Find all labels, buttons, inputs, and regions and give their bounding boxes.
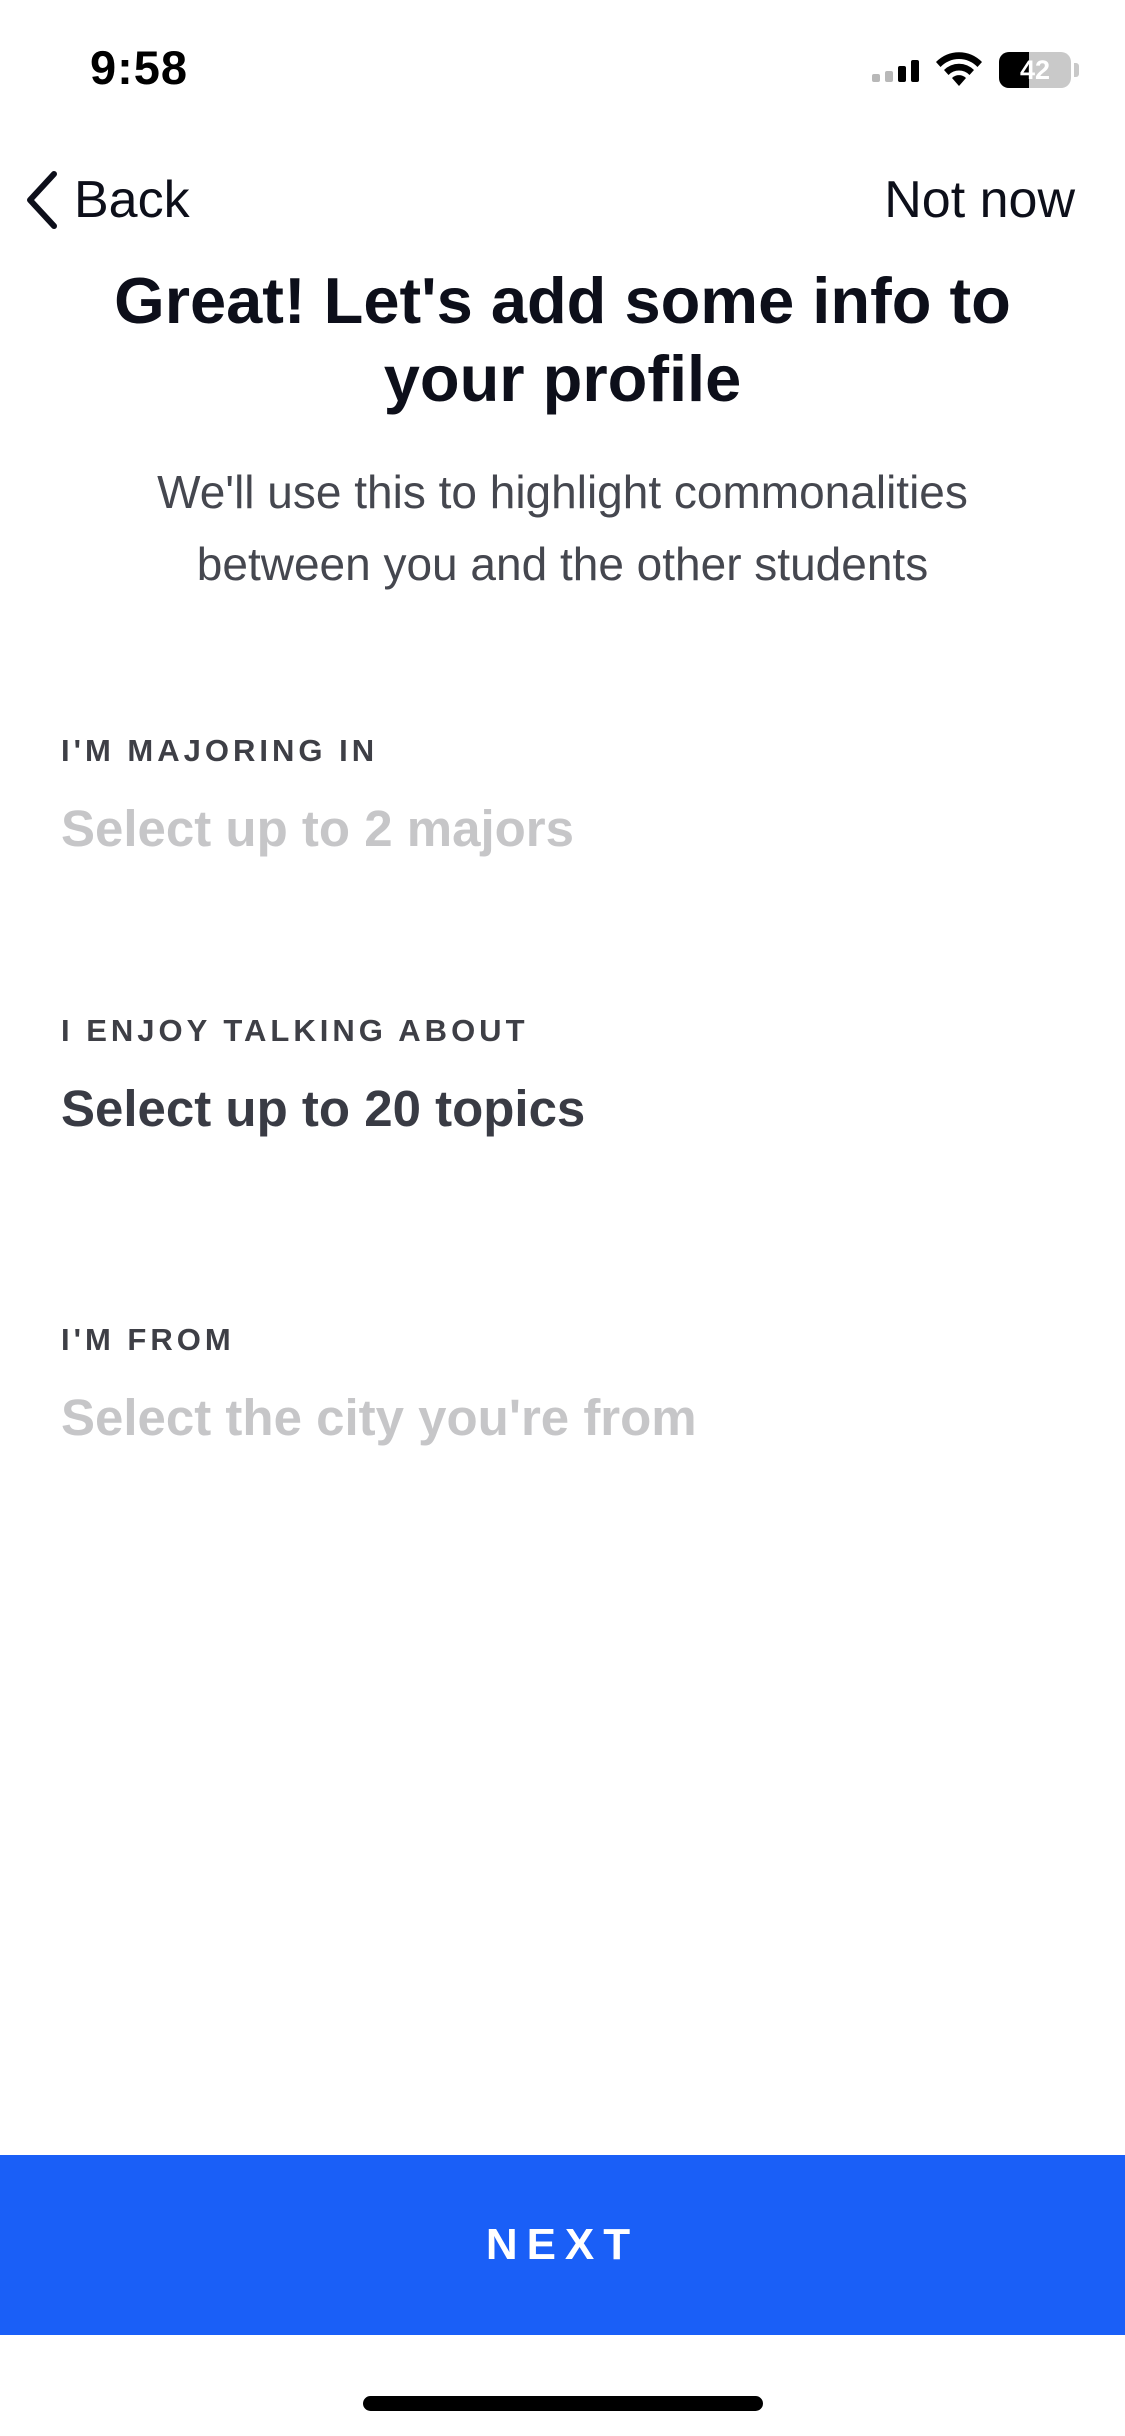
status-icons: 42	[872, 48, 1079, 92]
battery-indicator: 42	[999, 52, 1079, 88]
not-now-button[interactable]: Not now	[884, 165, 1075, 235]
profile-info-screen: 9:58 42 Back Not now Great! Let's add so…	[0, 0, 1125, 2436]
home-indicator[interactable]	[363, 2396, 763, 2411]
topics-field[interactable]: I ENJOY TALKING ABOUT Select up to 20 to…	[61, 1013, 1061, 1138]
battery-level-text: 42	[1019, 54, 1051, 85]
status-time: 9:58	[90, 41, 189, 94]
battery-cap	[1074, 63, 1079, 77]
next-button[interactable]: NEXT	[0, 2155, 1125, 2335]
back-button[interactable]: Back	[24, 165, 190, 235]
hometown-field[interactable]: I'M FROM Select the city you're from	[61, 1322, 1061, 1447]
hometown-field-placeholder[interactable]: Select the city you're from	[61, 1388, 1061, 1447]
cellular-signal-icon	[872, 58, 919, 82]
major-field-placeholder[interactable]: Select up to 2 majors	[61, 799, 1061, 858]
battery-icon: 42	[999, 52, 1071, 88]
major-field[interactable]: I'M MAJORING IN Select up to 2 majors	[61, 733, 1061, 858]
major-field-label: I'M MAJORING IN	[61, 733, 379, 768]
back-label: Back	[74, 171, 190, 229]
page-title: Great! Let's add some info to your profi…	[114, 264, 1011, 415]
status-bar: 9:58 42	[0, 0, 1125, 135]
topics-field-label: I ENJOY TALKING ABOUT	[61, 1013, 529, 1048]
wifi-icon	[936, 52, 982, 86]
hometown-field-label: I'M FROM	[61, 1322, 235, 1357]
page-subtitle: We'll use this to highlight commonalitie…	[157, 466, 968, 590]
topics-field-value[interactable]: Select up to 20 topics	[61, 1079, 1061, 1138]
chevron-left-icon	[27, 171, 57, 229]
